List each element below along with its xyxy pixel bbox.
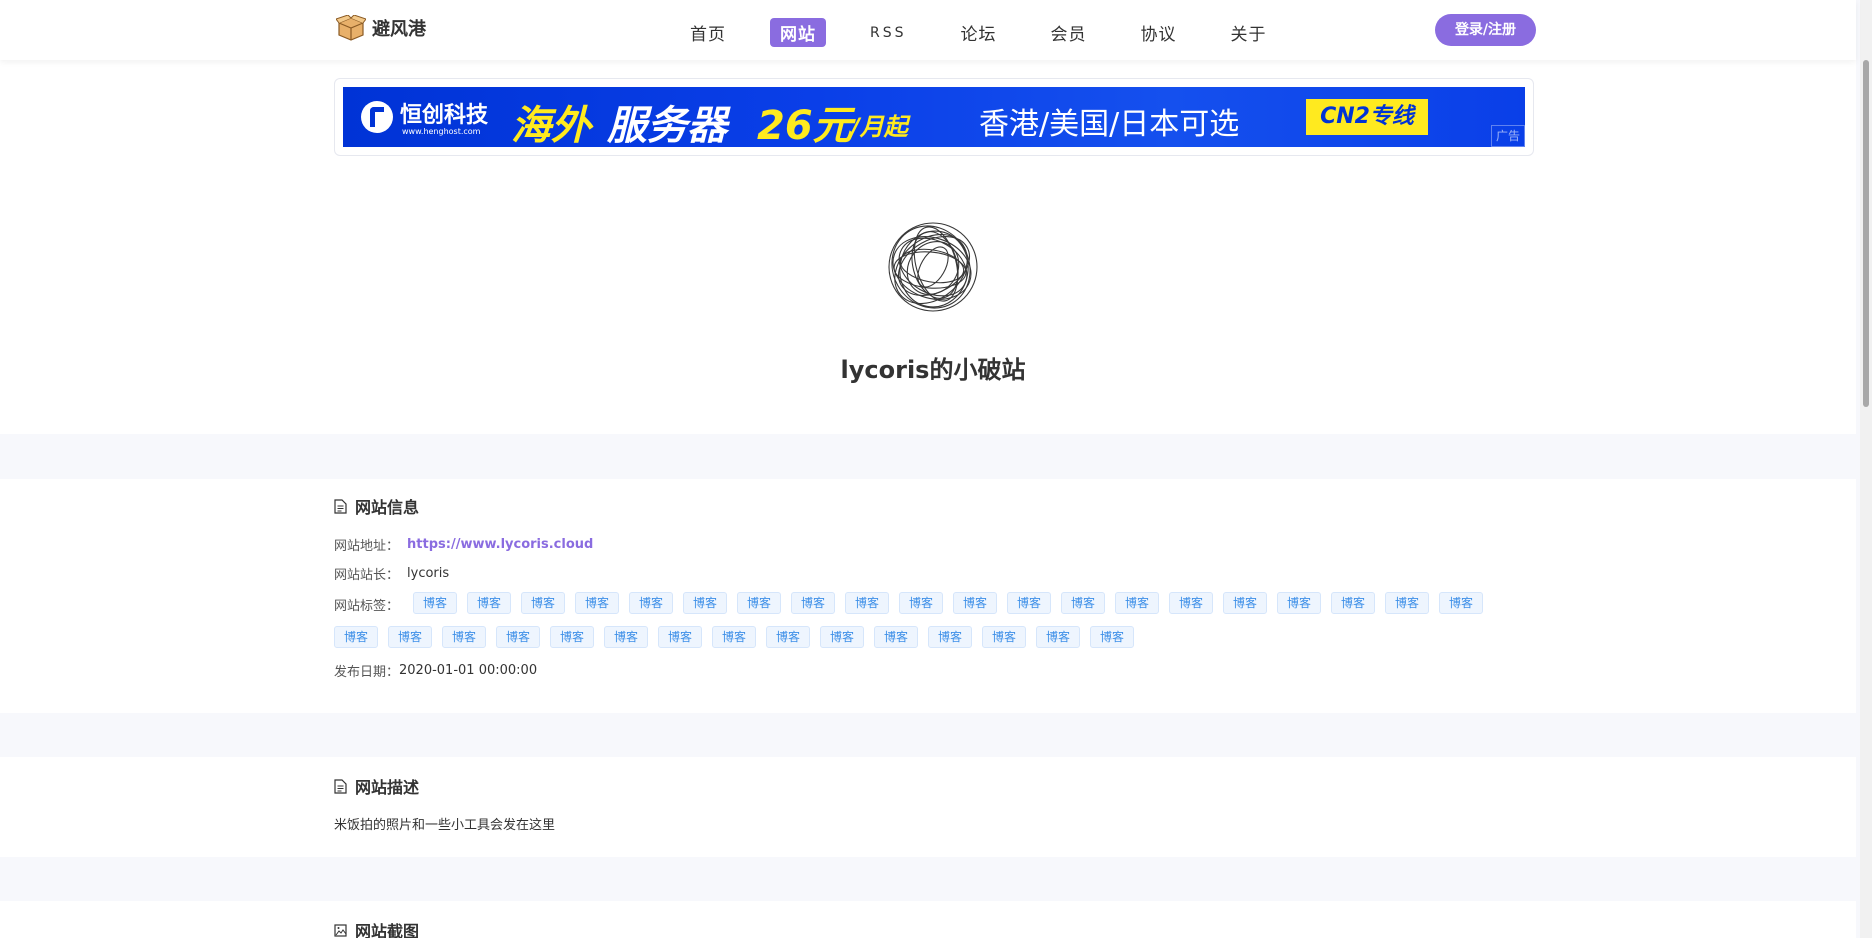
box-logo-icon — [336, 15, 366, 41]
date-row: 发布日期： 2020-01-01 00:00:00 — [334, 661, 537, 680]
nav-sites[interactable]: 网站 — [770, 18, 826, 47]
date-value: 2020-01-01 00:00:00 — [399, 663, 538, 678]
banner-headline-yellow: 海外 — [511, 103, 591, 147]
info-section-title: 网站信息 — [334, 494, 419, 518]
tag-badge[interactable]: 博客 — [1090, 626, 1134, 648]
owner-row: 网站站长： lycoris — [334, 564, 449, 583]
owner-label: 网站站长： — [334, 568, 400, 583]
nav-forum[interactable]: 论坛 — [951, 18, 1007, 47]
screenshot-section-label: 网站截图 — [355, 922, 420, 938]
login-register-button[interactable]: 登录/注册 — [1435, 14, 1536, 46]
site-avatar — [884, 218, 982, 316]
site-title: lycoris的小破站 — [840, 356, 1026, 384]
tag-badge[interactable]: 博客 — [413, 592, 457, 614]
banner-headline-white: 服务器 — [607, 103, 727, 147]
tag-badge[interactable]: 博客 — [1169, 592, 1213, 614]
screenshot-section-title: 网站截图 — [334, 918, 419, 938]
scrollbar-thumb[interactable] — [1863, 60, 1869, 407]
banner-brand-url: www.henghost.com — [402, 127, 481, 136]
tag-badge[interactable]: 博客 — [1061, 592, 1105, 614]
tag-badge[interactable]: 博客 — [1385, 592, 1429, 614]
tag-badge[interactable]: 博客 — [737, 592, 781, 614]
nav-about[interactable]: 关于 — [1221, 18, 1277, 47]
tag-badge[interactable]: 博客 — [604, 626, 648, 648]
url-row: 网站地址： https://www.lycoris.cloud — [334, 535, 593, 554]
page-scrollbar[interactable] — [1860, 0, 1872, 938]
tag-badge[interactable]: 博客 — [521, 592, 565, 614]
tag-badge[interactable]: 博客 — [1223, 592, 1267, 614]
tag-badge[interactable]: 博客 — [845, 592, 889, 614]
tag-badge[interactable]: 博客 — [1439, 592, 1483, 614]
nav-members[interactable]: 会员 — [1041, 18, 1097, 47]
tag-badge[interactable]: 博客 — [629, 592, 673, 614]
tag-badge[interactable]: 博客 — [1007, 592, 1051, 614]
tag-badge[interactable]: 博客 — [334, 626, 378, 648]
tag-badge[interactable]: 博客 — [442, 626, 486, 648]
nav-agreement[interactable]: 协议 — [1131, 18, 1187, 47]
ad-banner[interactable]: 恒创科技 www.henghost.com 海外 服务器 26元 /月起 香港/… — [343, 87, 1525, 147]
nav-home[interactable]: 首页 — [680, 18, 736, 47]
tag-badge[interactable]: 博客 — [496, 626, 540, 648]
tag-badge[interactable]: 博客 — [982, 626, 1026, 648]
tag-badge[interactable]: 博客 — [899, 592, 943, 614]
tag-badge[interactable]: 博客 — [575, 592, 619, 614]
tag-badge[interactable]: 博客 — [467, 592, 511, 614]
tag-badge[interactable]: 博客 — [953, 592, 997, 614]
info-section-label: 网站信息 — [355, 498, 420, 517]
tag-badge[interactable]: 博客 — [550, 626, 594, 648]
tags-row: 网站标签： — [334, 595, 399, 614]
tag-badge[interactable]: 博客 — [1331, 592, 1375, 614]
banner-brand: 恒创科技 — [400, 103, 489, 128]
date-label: 发布日期： — [334, 665, 400, 680]
top-navbar: 避风港 首页 网站 RSS 论坛 会员 协议 关于 登录/注册 — [0, 0, 1856, 60]
description-section-title: 网站描述 — [334, 774, 419, 798]
tag-badge[interactable]: 博客 — [766, 626, 810, 648]
henghost-logo-icon — [361, 101, 393, 133]
description-section-bg — [0, 757, 1856, 857]
site-logo[interactable]: 避风港 — [336, 15, 426, 41]
nav-rss[interactable]: RSS — [860, 23, 917, 43]
tags-label: 网站标签： — [334, 599, 400, 614]
tag-badge[interactable]: 博客 — [1036, 626, 1080, 648]
tag-badge[interactable]: 博客 — [1115, 592, 1159, 614]
banner-cn2-badge: CN2专线 — [1306, 99, 1428, 135]
ad-label: 广告 — [1491, 125, 1525, 147]
tag-badge[interactable]: 博客 — [658, 626, 702, 648]
screenshot-section-bg — [0, 901, 1856, 938]
tag-badge[interactable]: 博客 — [791, 592, 835, 614]
owner-value: lycoris — [407, 566, 450, 581]
description-text: 米饭拍的照片和一些小工具会发在这里 — [334, 818, 556, 833]
banner-price: 26元 — [757, 103, 853, 147]
image-icon — [334, 923, 347, 937]
tag-badge[interactable]: 博客 — [874, 626, 918, 648]
tag-badge[interactable]: 博客 — [683, 592, 727, 614]
description-section-label: 网站描述 — [355, 778, 420, 797]
tag-badge[interactable]: 博客 — [712, 626, 756, 648]
ad-banner-frame: 恒创科技 www.henghost.com 海外 服务器 26元 /月起 香港/… — [334, 78, 1534, 156]
document-icon — [334, 778, 347, 794]
url-label: 网站地址： — [334, 539, 400, 554]
tag-badge[interactable]: 博客 — [388, 626, 432, 648]
tag-badge[interactable]: 博客 — [1277, 592, 1321, 614]
banner-regions: 香港/美国/日本可选 — [979, 107, 1240, 142]
site-url-link[interactable]: https://www.lycoris.cloud — [407, 537, 593, 552]
tag-badge[interactable]: 博客 — [928, 626, 972, 648]
tag-badge[interactable]: 博客 — [820, 626, 864, 648]
document-icon — [334, 498, 347, 514]
main-nav: 首页 网站 RSS 论坛 会员 协议 关于 — [680, 18, 1311, 47]
banner-price-unit: /月起 — [851, 113, 908, 141]
logo-text: 避风港 — [372, 19, 426, 40]
